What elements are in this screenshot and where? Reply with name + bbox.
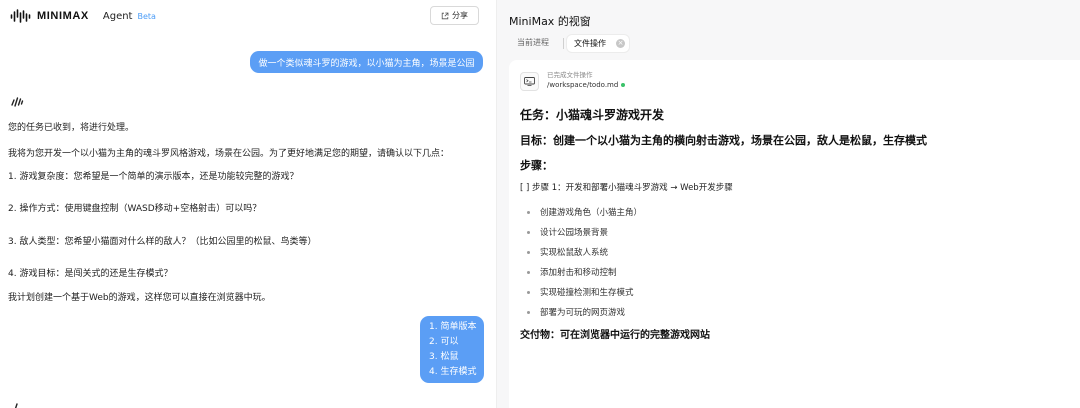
- doc-substep-text: 添加射击和移动控制: [540, 268, 617, 278]
- doc-substep-text: 创建游戏角色（小猫主角）: [540, 208, 643, 218]
- bullet-icon: [527, 290, 530, 294]
- assistant-avatar-icon: [14, 403, 18, 408]
- share-icon: [441, 12, 449, 19]
- doc-substep-text: 设计公园场景背景: [540, 228, 609, 238]
- tab-divider: [563, 38, 564, 49]
- bullet-icon: [527, 270, 530, 274]
- doc-substep-text: 实现碰撞检测和生存模式: [540, 288, 634, 298]
- file-preview: 已完成文件操作 /workspace/todo.md 任务：小猫魂斗罗游戏开发 …: [509, 60, 1080, 408]
- doc-deliverable-heading: 交付物：可在浏览器中运行的完整游戏网站: [520, 330, 710, 341]
- user-reply-line: 2. 可以: [429, 337, 459, 347]
- brand-name: MINIMAX: [37, 10, 89, 22]
- status-dot-icon: [621, 83, 626, 87]
- tab-current-process[interactable]: 当前进程: [517, 37, 549, 48]
- tab-file-operations-label: 文件操作: [574, 39, 606, 48]
- doc-task-heading: 任务：小猫魂斗罗游戏开发: [520, 108, 665, 122]
- user-message-bubble: 做一个类似魂斗罗的游戏，以小猫为主角，场景是公园: [250, 51, 483, 73]
- doc-substep-text: 实现松鼠敌人系统: [540, 248, 609, 258]
- share-label: 分享: [452, 11, 468, 20]
- waveform-logo-icon: [10, 9, 31, 23]
- minimax-logo[interactable]: MINIMAX Agent Beta: [10, 8, 156, 24]
- bullet-icon: [527, 250, 530, 254]
- assistant-message-line: 我计划创建一个基于Web的游戏，这样您可以直接在浏览器中玩。: [8, 293, 271, 303]
- bullet-icon: [527, 310, 530, 314]
- assistant-avatar-icon: [11, 97, 24, 107]
- doc-substep-item: 实现松鼠敌人系统: [527, 246, 608, 258]
- doc-steps-heading: 步骤：: [520, 159, 553, 172]
- doc-step-item: [ ] 步骤 1：开发和部署小猫魂斗罗游戏 → Web开发步骤: [520, 183, 733, 193]
- doc-substep-item: 设计公园场景背景: [527, 226, 608, 238]
- doc-substep-item: 部署为可玩的网页游戏: [527, 306, 625, 318]
- assistant-message-line: 2. 操作方式：使用键盘控制（WASD移动+空格射击）可以吗？: [8, 204, 262, 214]
- computer-window-pane: MiniMax 的视窗 当前进程 文件操作 × 已完成文件操作 /workspa…: [496, 0, 1080, 408]
- bullet-icon: [527, 210, 530, 214]
- file-path[interactable]: /workspace/todo.md: [547, 81, 626, 89]
- assistant-message-line: 我将为您开发一个以小猫为主角的魂斗罗风格游戏，场景在公园。为了更好地满足您的期望…: [8, 149, 450, 159]
- user-reply-bubble: 1. 简单版本 2. 可以 3. 松鼠 4. 生存模式: [420, 316, 484, 383]
- close-icon[interactable]: ×: [616, 39, 625, 48]
- assistant-message-line: 3. 敌人类型：您希望小猫面对什么样的敌人？（比如公园里的松鼠、鸟类等）: [8, 237, 317, 247]
- doc-substep-item: 实现碰撞检测和生存模式: [527, 286, 634, 298]
- operation-label: 已完成文件操作: [547, 71, 593, 79]
- user-reply-line: 4. 生存模式: [429, 367, 477, 377]
- user-message-text: 做一个类似魂斗罗的游戏，以小猫为主角，场景是公园: [258, 58, 475, 69]
- bullet-icon: [527, 230, 530, 234]
- share-button[interactable]: 分享: [430, 6, 479, 25]
- doc-substep-text: 部署为可玩的网页游戏: [540, 308, 626, 318]
- doc-substep-item: 添加射击和移动控制: [527, 266, 617, 278]
- file-path-text: /workspace/todo.md: [547, 81, 619, 89]
- agent-label: Agent: [102, 10, 133, 22]
- window-title: MiniMax 的视窗: [509, 15, 591, 28]
- terminal-icon: [520, 72, 539, 91]
- doc-substep-item: 创建游戏角色（小猫主角）: [527, 206, 642, 218]
- user-reply-line: 1. 简单版本: [429, 322, 477, 332]
- beta-badge: Beta: [137, 11, 156, 21]
- user-reply-line: 3. 松鼠: [429, 352, 459, 362]
- assistant-message-line: 您的任务已收到，将进行处理。: [8, 123, 135, 133]
- assistant-message-line: 1. 游戏复杂度：您希望是一个简单的演示版本，还是功能较完整的游戏？: [8, 172, 299, 182]
- tab-file-operations[interactable]: 文件操作 ×: [567, 35, 629, 52]
- doc-goal-heading: 目标：创建一个以小猫为主角的横向射击游戏，场景在公园，敌人是松鼠，生存模式: [520, 134, 927, 147]
- chat-pane: MINIMAX Agent Beta 分享 做一个类似魂斗罗的游戏，以小猫为主角…: [0, 0, 496, 408]
- assistant-message-line: 4. 游戏目标：是闯关式的还是生存模式？: [8, 269, 173, 279]
